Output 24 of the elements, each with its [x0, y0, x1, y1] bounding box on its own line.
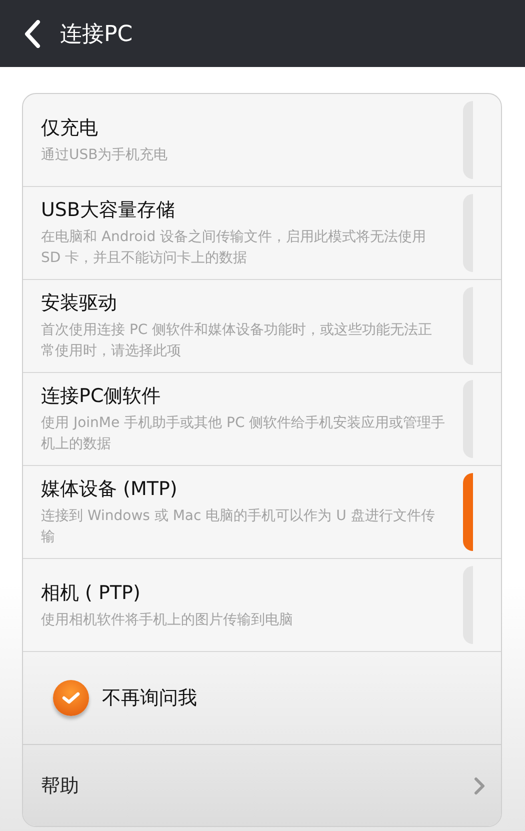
option-title: 连接PC侧软件 — [41, 384, 162, 409]
checkbox[interactable] — [53, 680, 89, 716]
option-title: 仅充电 — [41, 116, 99, 140]
chevron-icon — [473, 776, 485, 794]
option-description: 首次使用连接 PC 侧软件和媒体设备功能时，或这些功能无法正常使用时，请选择此项 — [41, 321, 434, 361]
option-description: 通过USB为手机充电 — [41, 146, 169, 164]
option-row[interactable]: 媒体设备 (MTP) 连接到 Windows 或 Mac 电脑的手机可以作为 U 盘进行文件传输 — [23, 466, 501, 559]
option-row[interactable]: 仅充电 通过USB为手机充电 — [23, 94, 501, 187]
option-title: 媒体设备 (MTP) — [41, 477, 178, 502]
option-title: USB大容量存储 — [41, 198, 176, 223]
option-title: 安装驱动 — [41, 291, 118, 316]
option-title: 相机 ( PTP) — [41, 580, 142, 606]
back-icon[interactable] — [22, 20, 42, 48]
screen-title: 连接PC — [60, 20, 133, 48]
option-description: 使用相机软件将手机上的图片传输到电脑 — [41, 610, 294, 630]
option-description: 在电脑和 Android 设备之间传输文件，启用此模式将无法使用 SD 卡，并且不能访问卡上的数据 — [41, 228, 428, 268]
option-row[interactable]: USB大容量存储 在电脑和 Android 设备之间传输文件，启用此模式将无法使用 SD 卡，并且不能访问卡上的数据 — [23, 187, 501, 280]
checkbox-label: 不再询问我 — [102, 686, 197, 711]
option-row[interactable]: 安装驱动 首次使用连接 PC 侧软件和媒体设备功能时，或这些功能无法正常使用时，请选择此项 — [23, 280, 501, 373]
checkmark-icon — [62, 691, 80, 705]
help-row[interactable]: 帮助 — [23, 745, 501, 826]
option-row[interactable]: 连接PC侧软件 使用 JoinMe 手机助手或其他 PC 侧软件给手机安装应用或管理手机上的数据 — [23, 373, 501, 466]
option-description: 连接到 Windows 或 Mac 电脑的手机可以作为 U 盘进行文件传输 — [41, 507, 436, 547]
option-description: 使用 JoinMe 手机助手或其他 PC 侧软件给手机安装应用或管理手机上的数据 — [41, 414, 446, 454]
